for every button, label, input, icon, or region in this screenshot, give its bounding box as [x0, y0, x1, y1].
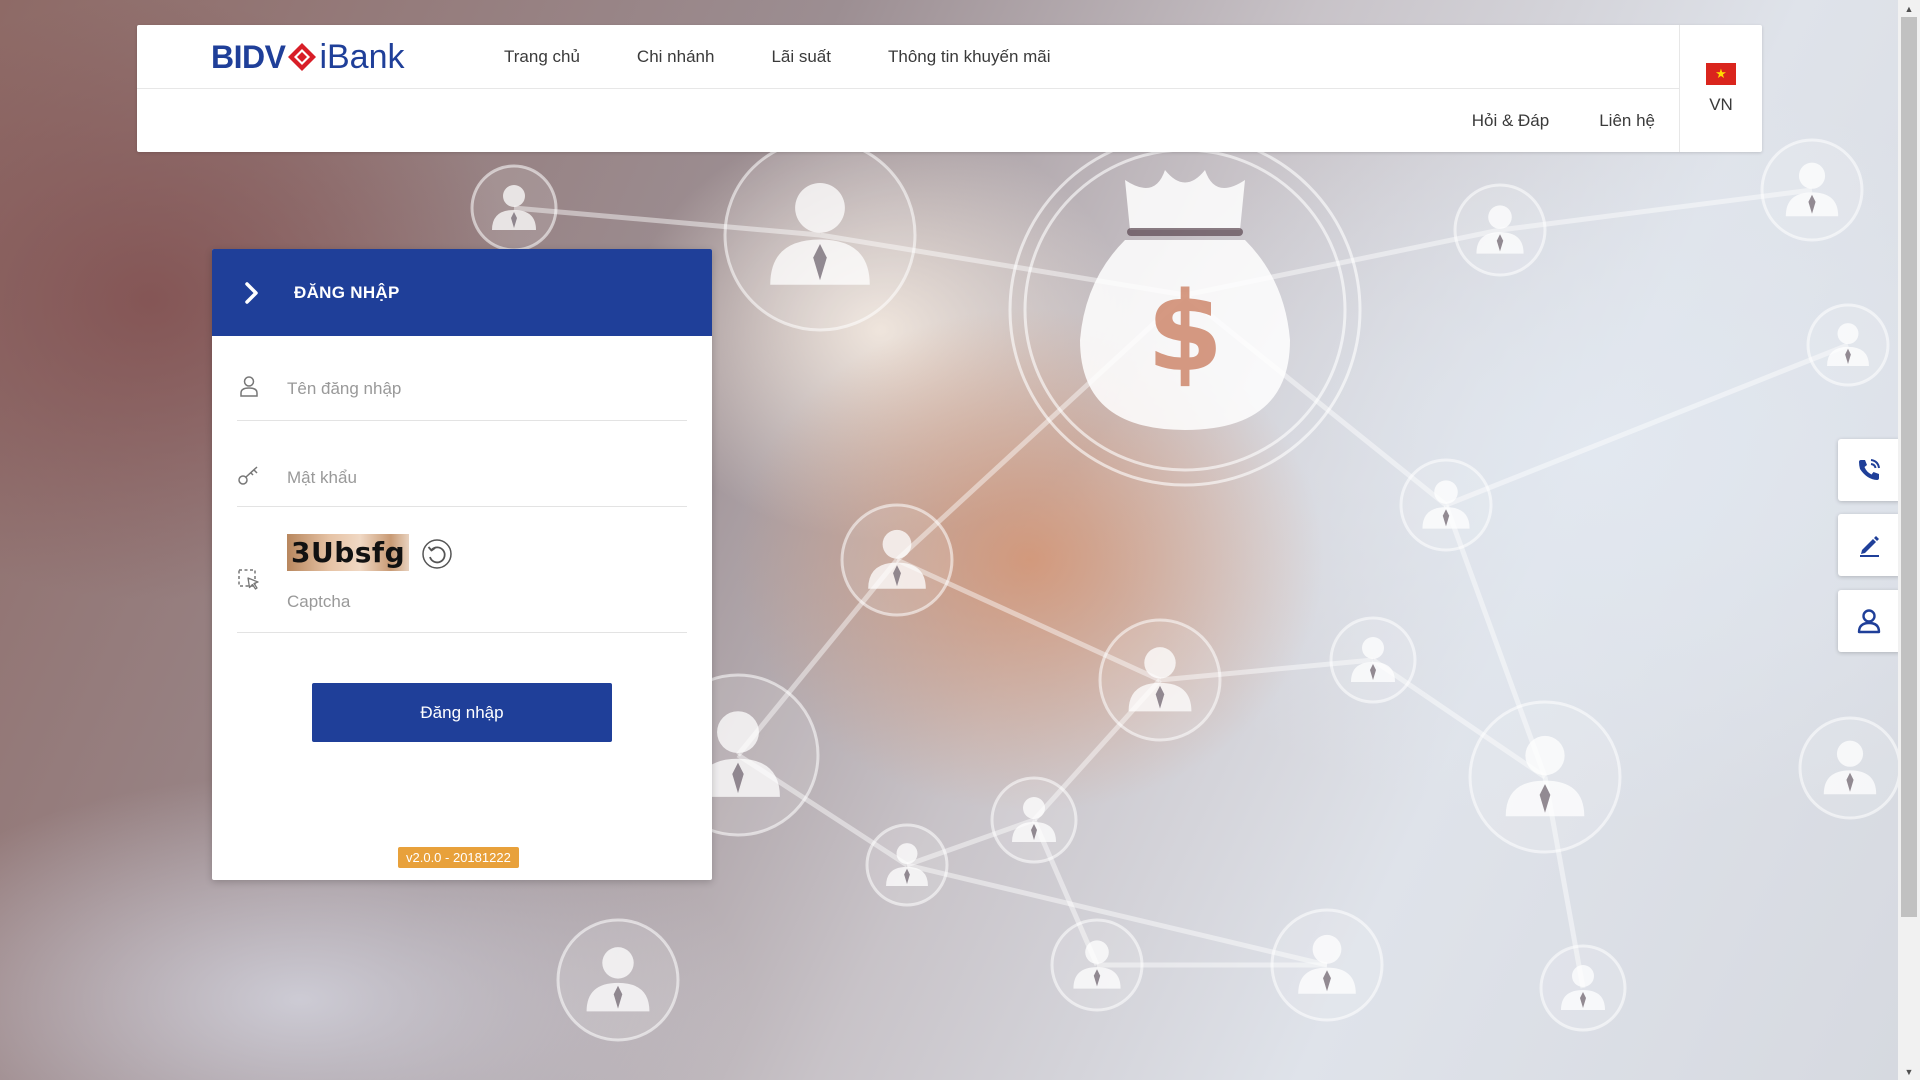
chevron-right-icon — [245, 281, 258, 304]
bidv-diamond-icon — [288, 43, 317, 71]
login-title: ĐĂNG NHẬP — [294, 282, 400, 302]
nav-branches[interactable]: Chi nhánh — [637, 47, 715, 67]
login-button[interactable]: Đăng nhập — [312, 683, 612, 742]
logo-text-bidv: BIDV — [211, 38, 286, 75]
key-icon — [238, 466, 258, 485]
scroll-up-arrow-icon[interactable]: ▲ — [1898, 0, 1920, 17]
nav-faq[interactable]: Hỏi & Đáp — [1472, 111, 1549, 131]
side-button-account[interactable] — [1838, 590, 1900, 652]
side-button-phone[interactable] — [1838, 439, 1900, 501]
phone-icon — [1859, 459, 1880, 480]
top-header: BIDV iBank Trang chủ Chi nhánh Lãi suất … — [137, 25, 1762, 152]
language-switcher[interactable]: ★ VN — [1680, 25, 1762, 152]
password-input[interactable] — [287, 466, 687, 490]
version-badge: v2.0.0 - 20181222 — [398, 847, 519, 868]
scroll-down-arrow-icon[interactable]: ▼ — [1898, 1063, 1920, 1080]
page-scrollbar[interactable]: ▲ ▼ — [1898, 0, 1920, 1080]
nav-contact[interactable]: Liên hệ — [1599, 111, 1655, 131]
side-button-edit[interactable] — [1838, 514, 1900, 576]
secondary-nav: Hỏi & Đáp Liên hệ — [1422, 89, 1655, 152]
captcha-field: 3Ubsfg — [237, 534, 687, 633]
main-nav: Trang chủ Chi nhánh Lãi suất Thông tin k… — [504, 25, 1108, 88]
captcha-select-icon — [238, 569, 259, 590]
captcha-text: 3Ubsfg — [291, 536, 406, 569]
nav-promotions[interactable]: Thông tin khuyến mãi — [888, 47, 1051, 67]
user-icon — [1857, 609, 1881, 634]
scrollbar-thumb[interactable] — [1901, 17, 1917, 917]
language-label: VN — [1709, 94, 1733, 114]
edit-icon — [1860, 536, 1879, 557]
bidv-ibank-logo[interactable]: BIDV iBank — [211, 33, 405, 81]
vietnam-flag-icon: ★ — [1706, 62, 1736, 85]
login-card: ĐĂNG NHẬP 3Ubsfg Đăng nhậ — [212, 249, 712, 880]
refresh-captcha-icon[interactable] — [421, 538, 453, 570]
captcha-input[interactable] — [287, 590, 687, 614]
username-input[interactable] — [287, 377, 687, 401]
nav-home[interactable]: Trang chủ — [504, 47, 580, 67]
svg-text:$: $ — [1147, 268, 1224, 396]
captcha-image: 3Ubsfg — [287, 534, 409, 571]
username-field — [237, 360, 687, 421]
user-icon — [240, 376, 258, 397]
nav-interest-rates[interactable]: Lãi suất — [771, 47, 831, 67]
logo-text-ibank: iBank — [319, 37, 405, 76]
password-field — [237, 446, 687, 507]
login-card-header: ĐĂNG NHẬP — [212, 249, 712, 336]
